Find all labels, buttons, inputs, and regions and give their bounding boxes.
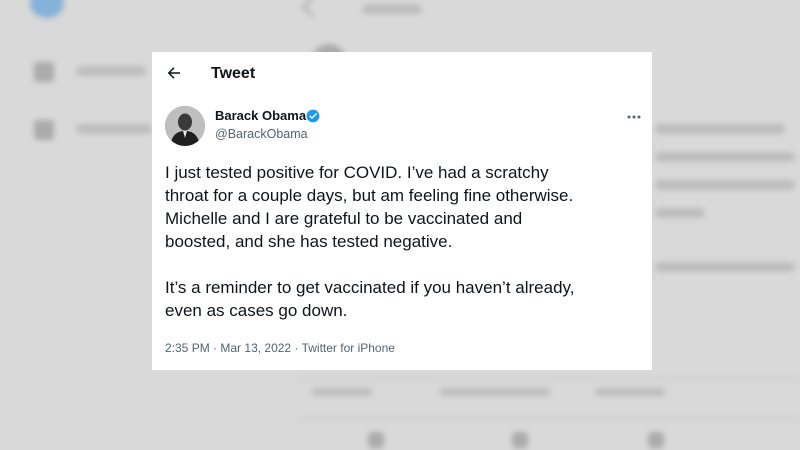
more-horizontal-icon[interactable] (624, 110, 644, 124)
page-title: Tweet (211, 65, 256, 82)
bg-stat-placeholder (440, 388, 550, 396)
author-handle[interactable]: @BarackObama (215, 127, 308, 141)
retweet-icon (512, 432, 528, 448)
nav-item-placeholder (76, 66, 146, 76)
tweet-text-line: Michelle and I are grateful to be vaccin… (165, 209, 523, 228)
bg-divider (300, 418, 800, 419)
meta-separator: · (213, 341, 218, 355)
arrow-left-icon[interactable] (165, 64, 183, 82)
reply-icon (368, 432, 384, 448)
tweet-text: I just tested positive for COVID. I’ve h… (165, 161, 645, 322)
author-name[interactable]: Barack Obama (215, 108, 306, 123)
settings-icon (34, 120, 54, 140)
nav-item-placeholder (76, 124, 152, 134)
bg-text-placeholder (655, 262, 795, 272)
tweet-time[interactable]: 2:35 PM (165, 341, 210, 355)
bg-header-placeholder (362, 4, 422, 14)
tweet-header: Tweet (152, 52, 652, 96)
bg-text-placeholder (655, 152, 795, 162)
meta-separator: · (294, 341, 299, 355)
avatar[interactable] (165, 106, 205, 146)
explore-icon (34, 62, 54, 82)
bg-divider (300, 378, 800, 379)
like-icon (648, 432, 664, 448)
tweet-text-line: boosted, and she has tested negative. (165, 232, 453, 251)
bg-stat-placeholder (595, 388, 665, 396)
bg-text-placeholder (655, 124, 785, 134)
verified-badge-icon (306, 109, 320, 123)
bg-stat-placeholder (312, 388, 372, 396)
tweet-text-line: It’s a reminder to get vaccinated if you… (165, 278, 575, 297)
tweet-source[interactable]: Twitter for iPhone (302, 341, 395, 355)
tweet-date[interactable]: Mar 13, 2022 (220, 341, 291, 355)
tweet-text-line: even as cases go down. (165, 301, 348, 320)
bg-text-placeholder (655, 208, 705, 218)
tweet-text-line: throat for a couple days, but am feeling… (165, 186, 574, 205)
bg-text-placeholder (655, 180, 795, 190)
tweet-text-line: I just tested positive for COVID. I’ve h… (165, 163, 549, 182)
bg-back-icon (302, 0, 322, 17)
tweet-meta: 2:35 PM · Mar 13, 2022 · Twitter for iPh… (165, 341, 395, 355)
tweet-card: Tweet Barack Obama @BarackObama I just t… (152, 52, 652, 370)
twitter-logo-icon (30, 0, 64, 18)
